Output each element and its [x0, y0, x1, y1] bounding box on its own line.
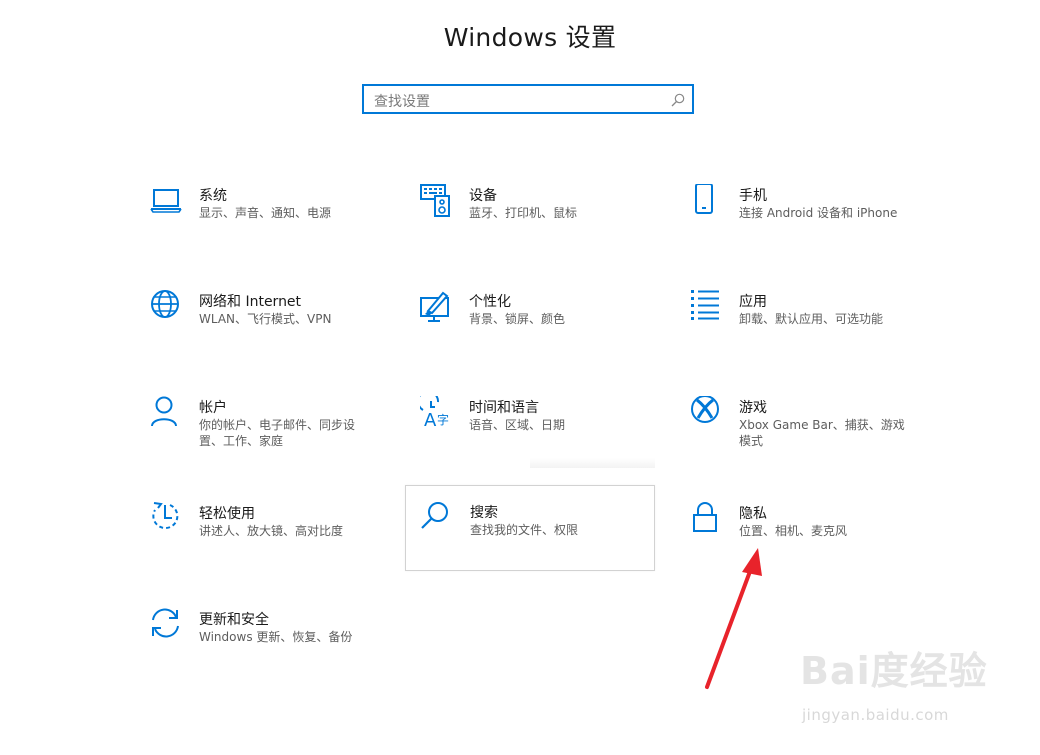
tile-ease-of-access[interactable]: 轻松使用 讲述人、放大镜、高对比度 — [150, 502, 400, 586]
tile-description: 查找我的文件、权限 — [470, 523, 579, 537]
devices-icon — [420, 184, 450, 217]
search-input[interactable]: 查找设置 — [362, 84, 694, 114]
tile-name: 网络和 Internet — [199, 294, 302, 310]
watermark-url: jingyan.baidu.com — [802, 706, 949, 724]
tile-description: WLAN、飞行模式、VPN — [199, 312, 332, 326]
tile-name: 更新和安全 — [199, 612, 269, 628]
laptop-icon — [150, 189, 182, 213]
personalization-icon — [420, 291, 449, 322]
tile-description: 讲述人、放大镜、高对比度 — [199, 524, 344, 538]
tile-name: 时间和语言 — [469, 400, 539, 416]
tile-name: 隐私 — [739, 506, 767, 522]
tile-description: Windows 更新、恢复、备份 — [199, 630, 353, 644]
tile-name: 手机 — [739, 188, 767, 204]
tile-accounts[interactable]: 帐户 你的帐户、电子邮件、同步设置、工作、家庭 — [150, 396, 400, 480]
tile-name: 游戏 — [739, 400, 767, 416]
xbox-icon — [691, 396, 719, 423]
svg-text:字: 字 — [437, 412, 449, 427]
page-title: Windows 设置 — [443, 23, 617, 52]
tile-update-security[interactable]: 更新和安全 Windows 更新、恢复、备份 — [150, 608, 400, 692]
search-icon — [421, 502, 448, 529]
tile-description: 显示、声音、通知、电源 — [199, 206, 332, 220]
tile-network[interactable]: 网络和 Internet WLAN、飞行模式、VPN — [150, 290, 400, 374]
tile-name: 帐户 — [199, 400, 227, 416]
tile-description: 位置、相机、麦克风 — [739, 524, 848, 538]
annotation-arrow — [705, 548, 762, 689]
tile-devices[interactable]: 设备 蓝牙、打印机、鼠标 — [420, 184, 670, 268]
apps-list-icon — [691, 290, 719, 320]
tile-system[interactable]: 系统 显示、声音、通知、电源 — [150, 184, 400, 268]
phone-icon — [695, 184, 713, 214]
lock-icon — [693, 502, 717, 532]
tile-phone[interactable]: 手机 连接 Android 设备和 iPhone — [690, 184, 940, 268]
tile-name: 应用 — [739, 294, 767, 310]
tile-name: 个性化 — [469, 294, 511, 310]
tile-name: 搜索 — [470, 505, 498, 521]
tile-apps[interactable]: 应用 卸载、默认应用、可选功能 — [690, 290, 940, 374]
tile-description: 语音、区域、日期 — [469, 418, 566, 432]
time-language-icon: A 字 — [420, 396, 449, 430]
tile-search[interactable]: 搜索 查找我的文件、权限 — [405, 485, 655, 571]
tile-description: 连接 Android 设备和 iPhone — [739, 206, 898, 220]
person-icon — [151, 396, 177, 427]
tile-description: 背景、锁屏、颜色 — [469, 312, 566, 326]
svg-text:A: A — [424, 410, 437, 430]
tile-name: 设备 — [469, 188, 497, 204]
tile-description: 卸载、默认应用、可选功能 — [739, 312, 884, 326]
tile-personalization[interactable]: 个性化 背景、锁屏、颜色 — [420, 290, 670, 374]
tile-description: 蓝牙、打印机、鼠标 — [469, 206, 578, 220]
update-icon — [152, 608, 179, 638]
watermark-brand: Bai度经验 — [800, 649, 988, 693]
ease-of-access-icon — [152, 502, 179, 530]
tile-gaming[interactable]: 游戏 Xbox Game Bar、捕获、游戏模式 — [690, 396, 940, 480]
tile-description: Xbox Game Bar、捕获、游戏模式 — [739, 418, 905, 448]
tile-name: 轻松使用 — [199, 506, 255, 522]
tile-description: 你的帐户、电子邮件、同步设置、工作、家庭 — [199, 418, 356, 448]
search-placeholder: 查找设置 — [374, 94, 430, 110]
globe-icon — [151, 290, 179, 318]
baidu-watermark: Bai度经验 jingyan.baidu.com — [800, 640, 1000, 740]
hover-shadow — [530, 458, 655, 468]
tile-name: 系统 — [199, 188, 227, 204]
search-icon[interactable] — [670, 92, 686, 108]
